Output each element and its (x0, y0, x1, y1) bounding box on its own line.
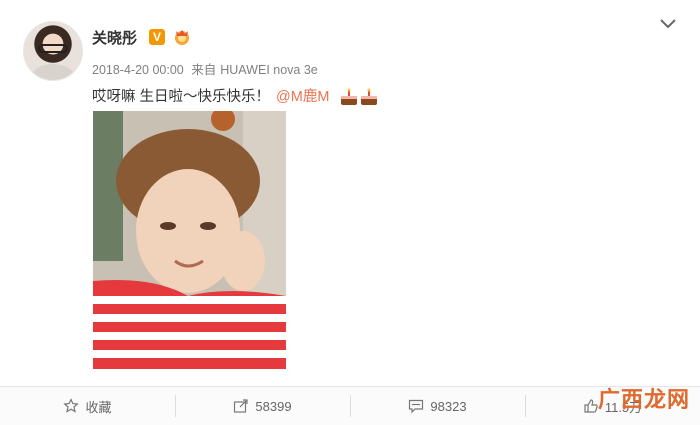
comment-count: 98323 (430, 398, 467, 414)
avatar-body (32, 64, 74, 80)
post-image[interactable] (93, 111, 286, 369)
author-name[interactable]: 关晓彤 (92, 27, 137, 48)
avatar-glasses (38, 44, 68, 53)
avatar[interactable] (23, 21, 83, 81)
post-text: 哎呀嘛 生日啦～快乐快乐！ @M鹿M (92, 85, 379, 106)
action-bar: 收藏 58399 98323 11.5万 (0, 386, 700, 425)
weibo-post-card: 关晓彤 V 2018-4-20 00:00 来自 HUAWEI nova 3e 哎… (0, 0, 700, 425)
verified-v-badge-icon: V (149, 29, 165, 45)
source-prefix: 来自 (191, 63, 217, 77)
comment-icon (409, 399, 424, 414)
post-body: 哎呀嘛 生日啦～快乐快乐！ (92, 89, 271, 105)
comment-button[interactable]: 98323 (350, 387, 525, 425)
chevron-down-icon[interactable] (658, 17, 678, 31)
share-icon (234, 399, 249, 413)
repost-count: 58399 (255, 398, 292, 414)
post-meta: 2018-4-20 00:00 来自 HUAWEI nova 3e (92, 59, 322, 78)
birthday-cake-icon (341, 88, 378, 106)
thumbs-up-icon (584, 399, 598, 413)
fan-medal-icon (175, 30, 189, 45)
post-source[interactable]: HUAWEI nova 3e (220, 63, 318, 77)
mention-link[interactable]: @M鹿M (276, 89, 329, 105)
post-timestamp[interactable]: 2018-4-20 00:00 (92, 63, 184, 77)
favorite-label: 收藏 (85, 399, 112, 415)
favorite-button[interactable]: 收藏 (0, 387, 175, 425)
repost-button[interactable]: 58399 (175, 387, 350, 425)
star-icon (63, 398, 80, 413)
watermark: 广西龙网 (597, 387, 690, 412)
photo-illustration (93, 111, 286, 369)
